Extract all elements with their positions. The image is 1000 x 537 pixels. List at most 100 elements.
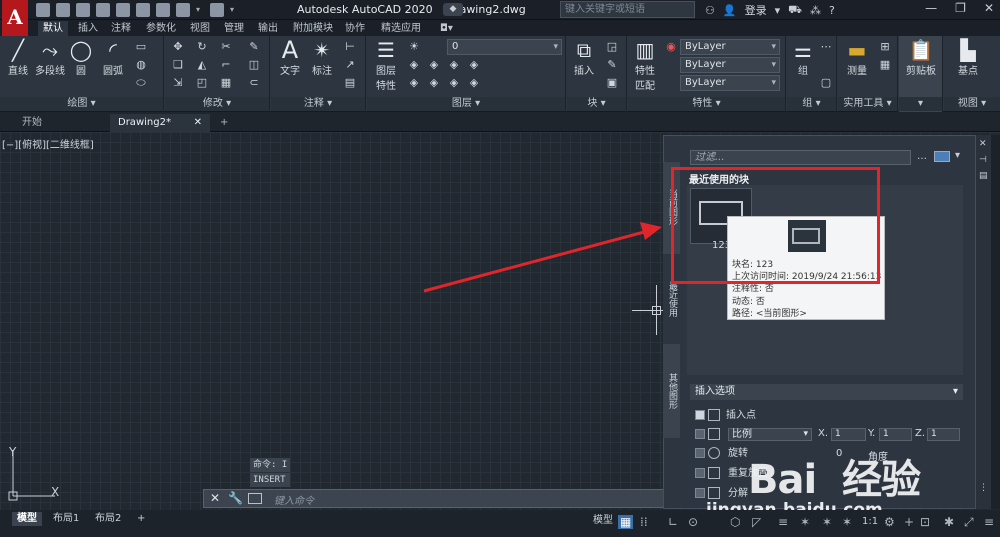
ortho-icon[interactable]: ∟: [668, 515, 678, 529]
file-tab-drawing2[interactable]: Drawing2* ✕: [110, 114, 210, 132]
ungroup-icon[interactable]: ⋯: [819, 40, 833, 54]
panel-utilities-title[interactable]: 实用工具 ▾: [838, 97, 897, 111]
option-rotate[interactable]: 旋转: [695, 447, 748, 461]
hatch-icon[interactable]: ◍: [134, 58, 148, 72]
layout-tab-model[interactable]: 模型: [12, 512, 42, 526]
calculator-icon[interactable]: ⊞: [878, 40, 892, 54]
create-block-icon[interactable]: ◲: [605, 40, 619, 54]
scale-checkbox[interactable]: [695, 429, 705, 439]
tab-default[interactable]: 默认: [38, 21, 68, 36]
layer-tool-icon[interactable]: ◈: [467, 58, 481, 72]
autohide-icon[interactable]: ⊣: [979, 155, 987, 165]
login-button[interactable]: 登录: [745, 2, 767, 18]
redo-icon[interactable]: [210, 3, 224, 17]
save-as-icon[interactable]: [96, 3, 110, 17]
cloud-icon[interactable]: [116, 3, 130, 17]
app-logo[interactable]: A: [2, 0, 28, 36]
offset-icon[interactable]: ⊂: [247, 76, 261, 90]
rectangle-icon[interactable]: ▭: [134, 40, 148, 54]
group-select-icon[interactable]: ▢: [819, 76, 833, 90]
vertical-scrollbar[interactable]: [991, 135, 1000, 509]
plus-icon[interactable]: +: [904, 515, 914, 529]
file-tab-start[interactable]: 开始: [14, 114, 50, 132]
insert-point-checkbox[interactable]: [695, 410, 705, 420]
group-tool[interactable]: ⚌ 组: [789, 38, 817, 77]
panel-layers-title[interactable]: 图层 ▾: [367, 97, 565, 111]
layer-tool-icon[interactable]: ◈: [427, 76, 441, 90]
share-button[interactable]: ◆: [443, 3, 463, 16]
cart-icon[interactable]: ⛟: [788, 3, 802, 18]
viewport-label[interactable]: [−][俯视][二维线框]: [2, 136, 94, 151]
polar-icon[interactable]: ⊙: [688, 515, 698, 529]
option-insert-point[interactable]: 插入点: [695, 409, 756, 423]
login-dropdown-icon[interactable]: ▾: [775, 4, 781, 17]
fullscreen-icon[interactable]: ⤢: [964, 515, 974, 530]
tab-other-drawings[interactable]: 其他图形: [663, 346, 680, 436]
tab-collaborate[interactable]: 协作: [345, 21, 365, 36]
layer-tool-icon[interactable]: ◈: [447, 58, 461, 72]
lineweight-icon[interactable]: ≡: [778, 515, 788, 529]
tab-parametric[interactable]: 参数化: [146, 21, 176, 36]
auto-scale-icon[interactable]: ✶: [822, 515, 832, 529]
open-icon[interactable]: [56, 3, 70, 17]
layout-tab-1[interactable]: 布局1: [48, 512, 84, 526]
dimension-tool[interactable]: ✴ 标注: [307, 38, 337, 77]
monitor-icon[interactable]: ⊡: [920, 515, 930, 529]
rotate-checkbox[interactable]: [695, 448, 705, 458]
grid-icon[interactable]: ▦: [618, 515, 634, 529]
tab-view[interactable]: 视图: [190, 21, 210, 36]
panel-clipboard-title[interactable]: ▾: [899, 97, 942, 111]
annotation-scale-icon[interactable]: ✶: [842, 515, 852, 529]
annotation-scale-value[interactable]: 1:1: [862, 516, 878, 527]
tab-featured-apps[interactable]: 精选应用: [381, 21, 421, 36]
line-tool[interactable]: ╱ 直线: [4, 38, 32, 77]
table-icon[interactable]: ▤: [343, 76, 357, 90]
fillet-icon[interactable]: ⌐: [219, 58, 233, 72]
panel-annotation-title[interactable]: 注释 ▾: [271, 97, 365, 111]
annotation-visibility-icon[interactable]: ✶: [800, 515, 810, 529]
match-properties-tool[interactable]: ▥ 特性 匹配: [630, 38, 660, 92]
close-command-icon[interactable]: ✕: [210, 491, 220, 505]
z-scale-input[interactable]: 1: [927, 428, 960, 441]
thumbnail-view-icon[interactable]: [934, 151, 950, 162]
panel-block-title[interactable]: 块 ▾: [567, 97, 626, 111]
add-layout-button[interactable]: +: [132, 512, 150, 526]
layer-dropdown[interactable]: 0: [447, 39, 562, 55]
tab-addins[interactable]: 附加模块: [293, 21, 333, 36]
linear-dim-icon[interactable]: ⊢: [343, 40, 357, 54]
redo-dropdown-icon[interactable]: ▾: [230, 3, 238, 17]
new-tab-button[interactable]: +: [212, 114, 236, 132]
y-scale-input[interactable]: 1: [879, 428, 912, 441]
scale-icon[interactable]: ◰: [195, 76, 209, 90]
binoculars-icon[interactable]: ⚇: [705, 4, 715, 17]
command-icon[interactable]: [248, 493, 262, 504]
palette-grip-icon[interactable]: ⋮: [979, 483, 988, 493]
ribbon-options-icon[interactable]: ◘▾: [440, 21, 453, 36]
user-icon[interactable]: 👤: [723, 4, 737, 17]
panel-groups-title[interactable]: 组 ▾: [787, 97, 836, 111]
mirror-icon[interactable]: ◭: [195, 58, 209, 72]
search-input[interactable]: 键入关键字或短语: [560, 1, 695, 18]
copy-icon[interactable]: ❏: [171, 58, 185, 72]
close-palette-icon[interactable]: ✕: [979, 139, 987, 149]
model-space-button[interactable]: 模型: [588, 514, 618, 528]
restore-icon[interactable]: ❐: [955, 1, 966, 15]
print-icon[interactable]: [156, 3, 170, 17]
explode-checkbox[interactable]: [695, 488, 705, 498]
tab-annotate[interactable]: 注释: [111, 21, 131, 36]
option-explode[interactable]: 分解: [695, 487, 748, 501]
quick-select-icon[interactable]: ▦: [878, 58, 892, 72]
osnap-icon[interactable]: ◸: [752, 515, 761, 529]
x-scale-input[interactable]: 1: [831, 428, 866, 441]
layer-tool-icon[interactable]: ◈: [447, 76, 461, 90]
text-tool[interactable]: A 文字: [275, 38, 305, 77]
tab-insert[interactable]: 插入: [78, 21, 98, 36]
stretch-icon[interactable]: ⇲: [171, 76, 185, 90]
color-dropdown[interactable]: ByLayer: [680, 39, 780, 55]
filter-input[interactable]: 过滤...: [690, 150, 911, 165]
repeat-checkbox[interactable]: [695, 468, 705, 478]
circle-tool[interactable]: ◯ 圆: [68, 38, 94, 77]
workspace-icon[interactable]: ⚙: [884, 515, 895, 529]
measure-tool[interactable]: ▬ 测量: [840, 38, 874, 77]
layer-tool-icon[interactable]: ◈: [407, 76, 421, 90]
